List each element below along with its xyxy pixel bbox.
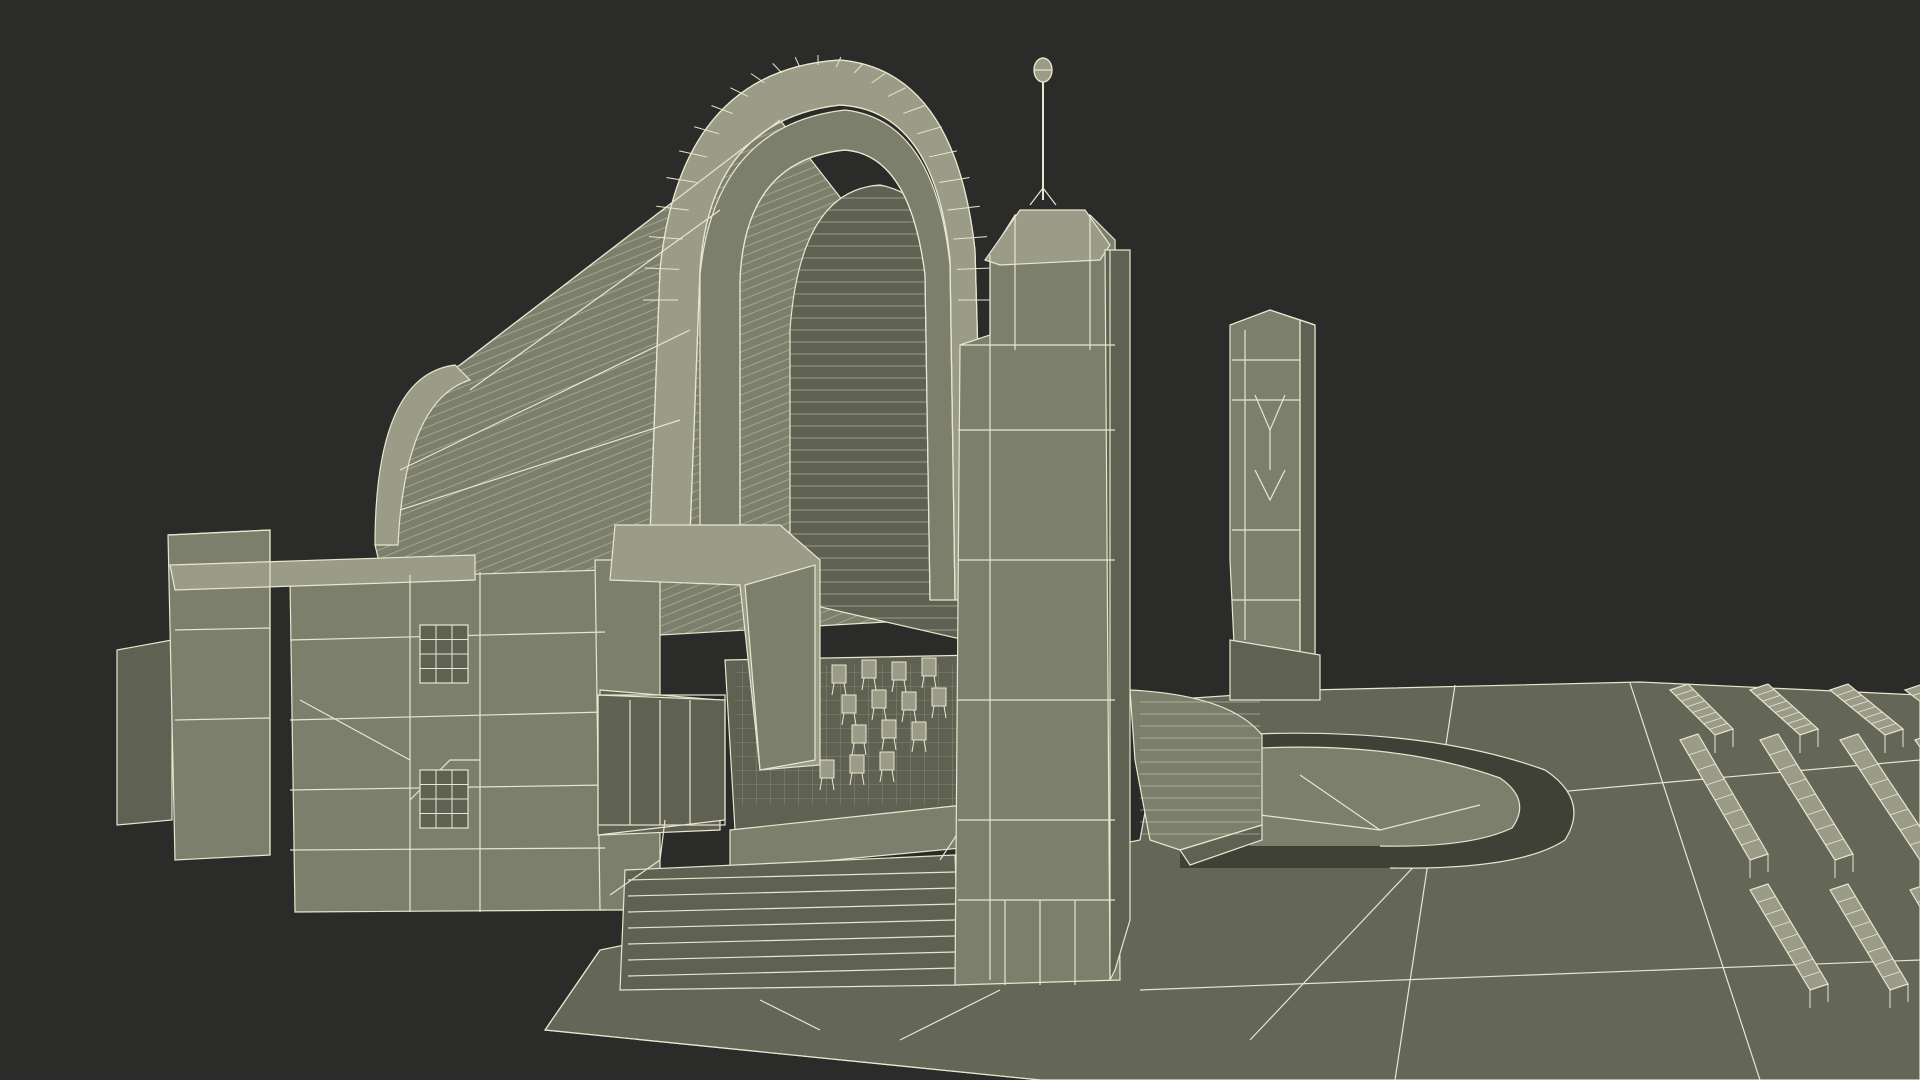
stage-chair — [901, 691, 917, 711]
stage-chair — [861, 659, 877, 679]
stage-chair — [931, 687, 947, 707]
stage-chair — [879, 751, 895, 771]
stage-chair — [911, 721, 927, 741]
stage-chair — [841, 694, 857, 714]
stage-chair — [851, 724, 867, 744]
stage-chair — [849, 754, 865, 774]
stage-chair — [871, 689, 887, 709]
render-viewport — [0, 0, 1920, 1080]
stage-chair — [881, 719, 897, 739]
bandshell-wireframe-scene — [0, 0, 1920, 1080]
stage-chair — [921, 657, 937, 677]
stage-chair — [891, 661, 907, 681]
stage-chair — [819, 759, 835, 779]
rear-tower — [1229, 309, 1321, 701]
stage-chair — [831, 664, 847, 684]
